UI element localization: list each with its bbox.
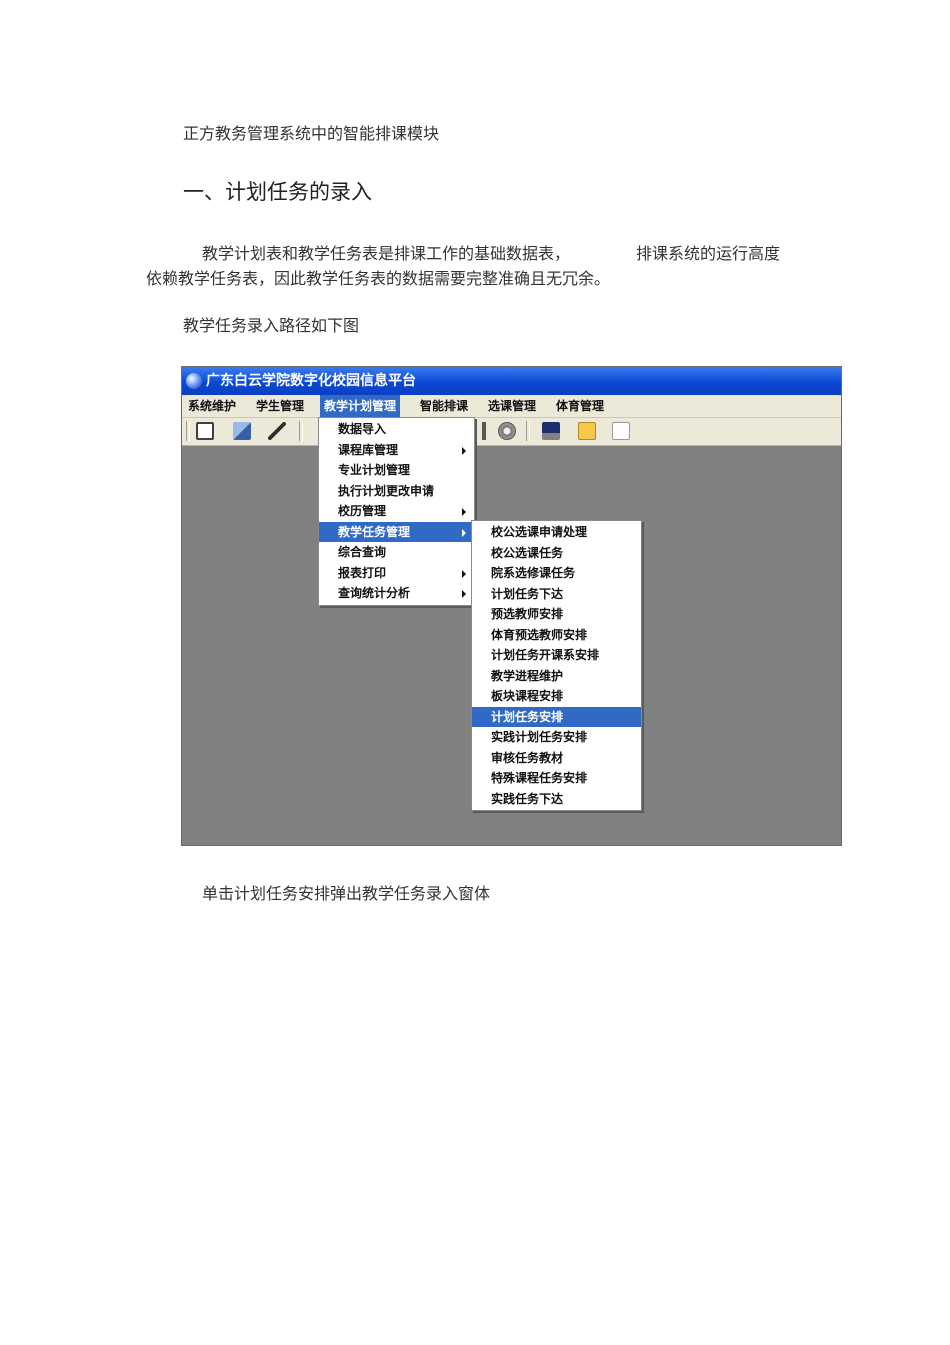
menu-item-plan-change-request[interactable]: 执行计划更改申请 <box>319 481 474 502</box>
submenu-item[interactable]: 实践任务下达 <box>472 789 641 810</box>
app-logo-icon <box>186 373 202 389</box>
submenu-item[interactable]: 预选教师安排 <box>472 604 641 625</box>
submenu-item[interactable]: 校公选课申请处理 <box>472 522 641 543</box>
submenu-item-label: 教学进程维护 <box>491 668 564 683</box>
submenu-item-label: 板块课程安排 <box>491 689 564 703</box>
submenu-arrow-icon <box>462 590 466 598</box>
submenu-item[interactable]: 特殊课程任务安排 <box>472 768 641 789</box>
menubar: 系统维护 学生管理 教学计划管理 智能排课 选课管理 体育管理 <box>182 395 841 418</box>
submenu-item[interactable]: 院系选修课任务 <box>472 563 641 584</box>
pencil-icon[interactable] <box>268 422 286 440</box>
gear-icon[interactable] <box>498 422 516 440</box>
menu-item-course-library[interactable]: 课程库管理 <box>319 440 474 461</box>
submenu-item-label: 校公选课申请处理 <box>491 525 588 539</box>
menu-item-label: 数据导入 <box>338 422 387 436</box>
menu-item-label: 执行计划更改申请 <box>338 483 435 498</box>
submenu-item-label: 实践计划任务安排 <box>491 730 588 744</box>
submenu-item[interactable]: 计划任务下达 <box>472 584 641 605</box>
submenu-arrow-icon <box>462 446 466 455</box>
menu-student-management[interactable]: 学生管理 <box>252 395 308 417</box>
menu-item-label: 专业计划管理 <box>338 463 411 477</box>
section-heading: 一、计划任务的录入 <box>183 180 372 204</box>
submenu-item-label: 校公选课任务 <box>491 545 564 560</box>
settings-icon[interactable] <box>475 422 493 440</box>
submenu-item[interactable]: 板块课程安排 <box>472 686 641 707</box>
menu-system-maintenance[interactable]: 系统维护 <box>184 395 240 417</box>
menu-item-label: 课程库管理 <box>338 442 399 457</box>
submenu-item-label: 体育预选教师安排 <box>491 627 588 642</box>
menu-item-label: 校历管理 <box>338 504 387 518</box>
edit-page-icon[interactable] <box>233 422 251 440</box>
submenu-item[interactable]: 校公选课任务 <box>472 543 641 564</box>
teaching-task-submenu: 校公选课申请处理 校公选课任务 院系选修课任务 计划任务下达 预选教师安排 体育… <box>471 520 642 811</box>
paragraph-line-1-tail: 排课系统的运行高度 <box>636 244 781 263</box>
submenu-arrow-icon <box>462 508 466 516</box>
menu-item-comprehensive-query[interactable]: 综合查询 <box>319 542 474 563</box>
submenu-item-label: 计划任务开课系安排 <box>491 648 600 662</box>
app-screenshot-window: 广东白云学院数字化校园信息平台 系统维护 学生管理 教学计划管理 智能排课 选课… <box>181 366 842 846</box>
menu-pe-management[interactable]: 体育管理 <box>552 395 608 417</box>
edit-icon[interactable] <box>196 422 214 440</box>
menu-item-school-calendar[interactable]: 校历管理 <box>319 501 474 522</box>
menu-item-report-print[interactable]: 报表打印 <box>319 563 474 584</box>
menu-item-teaching-task-management[interactable]: 教学任务管理 <box>319 521 474 542</box>
submenu-item-label: 计划任务下达 <box>491 586 564 601</box>
menu-item-major-plan[interactable]: 专业计划管理 <box>319 460 474 481</box>
window-title: 广东白云学院数字化校园信息平台 <box>206 373 416 389</box>
menu-smart-scheduling[interactable]: 智能排课 <box>416 395 472 417</box>
submenu-item-label: 特殊课程任务安排 <box>491 771 588 785</box>
submenu-item[interactable]: 实践计划任务安排 <box>472 727 641 748</box>
submenu-arrow-icon <box>462 528 466 537</box>
menu-teaching-plan-management[interactable]: 教学计划管理 <box>320 395 401 417</box>
menu-item-label: 教学任务管理 <box>338 524 411 539</box>
menu-item-data-import[interactable]: 数据导入 <box>319 419 474 440</box>
submenu-item[interactable]: 教学进程维护 <box>472 666 641 687</box>
menu-item-label: 报表打印 <box>338 565 387 580</box>
document-icon[interactable] <box>612 422 630 440</box>
paragraph-line-2: 依赖教学任务表，因此教学任务表的数据需要完整准确且无冗余。 <box>146 269 611 288</box>
paragraph-line-1: 教学计划表和教学任务表是排课工作的基础数据表， <box>202 244 571 263</box>
toolbar-separator <box>186 421 190 441</box>
menu-item-label: 综合查询 <box>338 545 387 559</box>
toolbar-separator <box>299 421 303 441</box>
help-icon[interactable] <box>578 422 596 440</box>
submenu-item-label: 审核任务教材 <box>491 750 564 765</box>
document-title: 正方教务管理系统中的智能排课模块 <box>183 124 440 143</box>
toolbar-separator <box>526 421 530 441</box>
submenu-item-label: 预选教师安排 <box>491 607 564 621</box>
submenu-item[interactable]: 体育预选教师安排 <box>472 625 641 646</box>
menu-item-label: 查询统计分析 <box>338 586 411 600</box>
toolbar <box>182 418 841 446</box>
computer-icon[interactable] <box>542 422 560 440</box>
teaching-plan-dropdown: 数据导入 课程库管理 专业计划管理 执行计划更改申请 校历管理 教学任务管理 综… <box>318 417 475 606</box>
window-titlebar: 广东白云学院数字化校园信息平台 <box>182 367 841 395</box>
submenu-item-plan-task-arrangement[interactable]: 计划任务安排 <box>472 706 641 727</box>
after-caption: 单击计划任务安排弹出教学任务录入窗体 <box>202 884 491 903</box>
menu-course-selection-management[interactable]: 选课管理 <box>484 395 540 417</box>
submenu-arrow-icon <box>462 569 466 578</box>
path-caption: 教学任务录入路径如下图 <box>183 316 360 335</box>
submenu-item-label: 实践任务下达 <box>491 791 564 806</box>
submenu-item-label: 计划任务安排 <box>491 709 564 724</box>
submenu-item[interactable]: 计划任务开课系安排 <box>472 645 641 666</box>
submenu-item-label: 院系选修课任务 <box>491 566 576 580</box>
menu-item-statistics-analysis[interactable]: 查询统计分析 <box>319 583 474 604</box>
submenu-item[interactable]: 审核任务教材 <box>472 748 641 769</box>
